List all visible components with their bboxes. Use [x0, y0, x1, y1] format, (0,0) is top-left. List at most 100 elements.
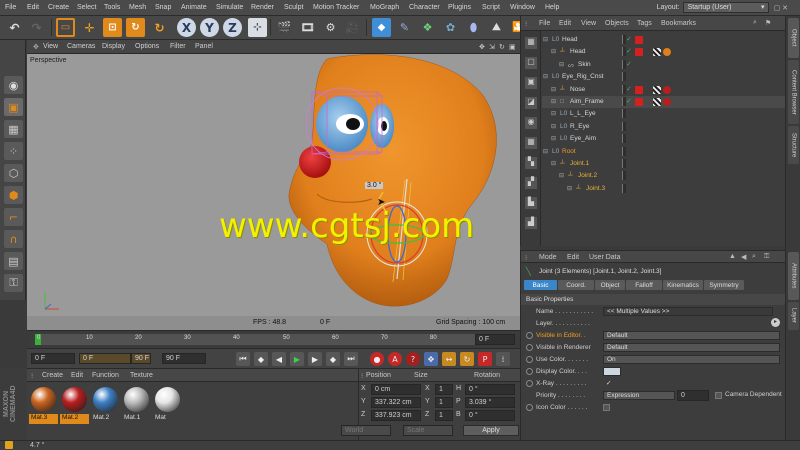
object-row[interactable]: ⊟ ᔕ Skin ✓ [542, 59, 786, 71]
workplane-icon[interactable]: ▤ [4, 252, 23, 270]
enabled-check-icon[interactable]: ✓ [626, 47, 632, 55]
attribute-tab[interactable]: Basic [524, 280, 557, 290]
deformer-icon[interactable]: ⬮ [464, 18, 483, 37]
object-name[interactable]: Aim_Frame [570, 98, 604, 105]
viewport-layout-icon[interactable]: ▣ [509, 43, 516, 51]
attribute-tab[interactable]: Kinematics [663, 280, 703, 290]
coord-pos-field[interactable]: 337.923 cm [371, 410, 421, 421]
coordinate-system-icon[interactable]: ⊹ [248, 18, 267, 37]
attribute-value[interactable]: On [603, 355, 780, 364]
coord-system-select[interactable]: World [341, 425, 391, 436]
prev-key-icon[interactable]: ◆ [254, 352, 268, 366]
object-menu-tags[interactable]: Tags [637, 20, 652, 27]
object-row[interactable]: ⊟ L0 Eye_Rig_Cnst [542, 71, 786, 83]
object-name[interactable]: Joint.2 [578, 172, 597, 179]
object-filter-icon[interactable]: ⚑ [765, 19, 771, 27]
attribute-menu-user-data[interactable]: User Data [589, 254, 621, 261]
object-side-icon-7[interactable]: ▚ [525, 157, 537, 169]
pen-spline-icon[interactable]: ✎ [395, 18, 414, 37]
menu-file[interactable]: File [5, 4, 16, 11]
menu-script[interactable]: Script [482, 4, 500, 11]
material-menu-edit[interactable]: Edit [71, 372, 83, 379]
object-row[interactable]: ⊟ ┴ Joint.3 [542, 183, 786, 195]
edit-render-settings-icon[interactable]: ⚙ [321, 18, 340, 37]
material-menu-function[interactable]: Function [92, 372, 119, 379]
animate-dot-icon[interactable] [526, 380, 533, 387]
min-frame-field[interactable]: 0 F [79, 353, 131, 364]
attribute-tab[interactable]: Symmetry [704, 280, 744, 290]
menu-edit[interactable]: Edit [27, 4, 39, 11]
undo-icon[interactable]: ↶ [5, 18, 24, 37]
key-rotation-icon[interactable]: ↻ [460, 352, 474, 366]
object-side-icon-8[interactable]: ▞ [525, 177, 537, 189]
viewport-nav-icon[interactable]: ✥ [33, 43, 39, 51]
coord-rot-field[interactable]: 3.039 ° [465, 397, 515, 408]
menu-tools[interactable]: Tools [104, 4, 120, 11]
render-picture-viewer-icon[interactable]: 🎞 [298, 18, 317, 37]
timeline-ruler[interactable]: 0102030405060708090 0 F [27, 330, 520, 348]
tab-layer[interactable]: Layer [788, 302, 799, 330]
end-frame-field[interactable]: 90 F [162, 353, 206, 364]
attribute-tab[interactable]: Object [595, 280, 625, 290]
animate-dot-icon[interactable] [526, 404, 533, 411]
material-nav-icon[interactable]: ⁝ [31, 372, 33, 380]
object-name[interactable]: Eye_Rig_Cnst [562, 73, 604, 80]
start-frame-field[interactable]: 0 F [31, 353, 75, 364]
object-name[interactable]: Head [570, 48, 586, 55]
material-tag-icon[interactable] [663, 85, 671, 94]
visibility-dots[interactable] [622, 72, 626, 82]
keyframe-selection-icon[interactable]: ? [406, 352, 420, 366]
cube-icon[interactable]: ◆ [372, 18, 391, 37]
material-swatch[interactable]: Mat.1 [122, 385, 151, 429]
viewport-rotate-icon[interactable]: ↻ [499, 43, 505, 51]
timeline-end-field[interactable]: 0 F [475, 334, 515, 345]
enabled-check-icon[interactable]: ✓ [626, 97, 632, 105]
coord-size-field[interactable]: 1 [435, 384, 453, 395]
menu-render[interactable]: Render [251, 4, 274, 11]
animate-dot-icon[interactable] [526, 332, 533, 339]
coord-rot-field[interactable]: 0 ° [465, 384, 515, 395]
magnet-icon[interactable]: ∩ [4, 230, 23, 248]
object-row[interactable]: ⊟ □ Aim_Frame ✓ [542, 96, 786, 109]
attr-lock-icon[interactable]: ⚿ [764, 253, 769, 261]
menu-create[interactable]: Create [48, 4, 69, 11]
priority-number-field[interactable]: 0 [677, 390, 709, 401]
expand-icon[interactable]: ⊟ [551, 160, 556, 167]
object-menu-objects[interactable]: Objects [605, 20, 629, 27]
key-param-icon[interactable]: P [478, 352, 492, 366]
layout-select[interactable]: Startup (User) [682, 2, 769, 13]
object-row[interactable]: ⊟ L0 Head ✓ [542, 34, 786, 46]
object-name[interactable]: Joint.3 [586, 185, 605, 192]
attribute-menu-mode[interactable]: Mode [539, 254, 557, 261]
display-tag-icon[interactable] [635, 85, 643, 94]
viewport-zoom-icon[interactable]: ⇲ [489, 43, 495, 51]
viewport-menu-options[interactable]: Options [135, 43, 159, 50]
size-mode-select[interactable]: Scale [403, 425, 453, 436]
animate-dot-icon[interactable] [526, 368, 533, 375]
viewport-move-icon[interactable]: ✥ [479, 43, 485, 51]
key-position-icon[interactable]: ✥ [424, 352, 438, 366]
layer-pick-icon[interactable]: ▸ [771, 318, 780, 327]
expand-icon[interactable]: ⊟ [543, 148, 548, 155]
object-menu-view[interactable]: View [581, 20, 596, 27]
object-side-icon-2[interactable]: ▢ [525, 57, 537, 69]
visibility-dots[interactable] [622, 109, 626, 119]
rotate-tool-icon[interactable]: ↻ [126, 18, 145, 37]
visibility-dots[interactable] [622, 121, 626, 131]
expand-icon[interactable]: ⊟ [551, 123, 556, 130]
snap-icon[interactable]: ⚿ [4, 274, 23, 292]
live-selection-icon[interactable]: ▭ [56, 18, 75, 37]
menu-sculpt[interactable]: Sculpt [284, 4, 303, 11]
enabled-check-icon[interactable]: ✓ [626, 60, 632, 68]
material-swatch[interactable]: Mat [153, 385, 182, 429]
menu-simulate[interactable]: Simulate [216, 4, 243, 11]
object-row[interactable]: ⊟ ┴ Joint.2 [542, 170, 786, 182]
object-name[interactable]: Root [562, 148, 576, 155]
attribute-value[interactable]: << Multiple Values >> [603, 307, 773, 316]
menu-character[interactable]: Character [409, 4, 440, 11]
object-side-icon-6[interactable]: ▦ [525, 137, 537, 149]
material-swatch[interactable]: Mat.2 [60, 385, 89, 429]
prev-frame-icon[interactable]: ◀ [272, 352, 286, 366]
object-name[interactable]: R_Eye [570, 123, 590, 130]
attribute-nav-icon[interactable]: ⁝ [525, 254, 527, 262]
